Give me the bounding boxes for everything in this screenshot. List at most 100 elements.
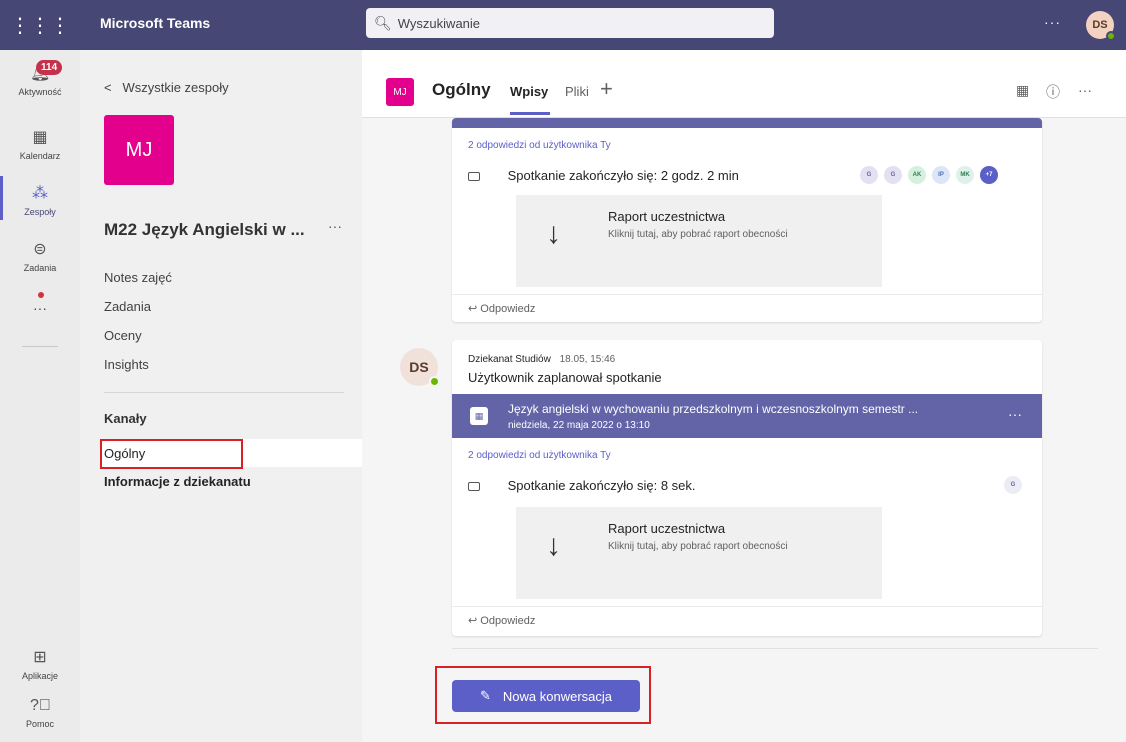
message-text: Użytkownik zaplanował spotkanie xyxy=(468,370,662,385)
rail-item-assignments[interactable]: ⊜ Zadania xyxy=(0,240,80,273)
reply-label: Odpowiedz xyxy=(480,615,536,627)
rail-label: Kalendarz xyxy=(19,151,61,161)
notification-dot xyxy=(38,292,44,298)
chevron-left-icon: < xyxy=(104,80,112,95)
rail-label: Zespoły xyxy=(24,207,56,217)
video-camera-icon xyxy=(468,172,480,182)
channel-main: MJ Ogólny Wpisy Pliki + ▦ ⓘ ··· 2 odpowi… xyxy=(362,50,1126,742)
meeting-ended-text: Spotkanie zakończyło się: 2 godz. 2 min xyxy=(507,168,739,183)
replies-link[interactable]: 2 odpowiedzi od użytkownika Ty xyxy=(468,450,611,461)
assignments-icon: ⊜ xyxy=(33,241,47,258)
rail-label: Pomoc xyxy=(25,719,54,729)
presence-available-icon xyxy=(429,376,440,387)
menu-item-assignments[interactable]: Zadania xyxy=(104,299,151,314)
video-camera-icon xyxy=(468,482,480,492)
report-subtitle: Kliknij tutaj, aby pobrać raport obecnoś… xyxy=(608,229,788,240)
sender-initials: DS xyxy=(409,359,429,375)
more-participants-badge[interactable]: +7 xyxy=(980,166,998,184)
meeting-ended-row: Spotkanie zakończyło się: 8 sek. xyxy=(468,478,696,493)
user-avatar[interactable]: DS xyxy=(1086,11,1116,41)
rail-divider xyxy=(22,346,58,347)
top-bar: ⋮⋮⋮ Microsoft Teams 🔍︎ Wyszukiwanie ··· … xyxy=(0,0,1126,50)
calendar-icon: ▦ xyxy=(470,407,488,425)
search-placeholder: Wyszukiwanie xyxy=(397,15,481,31)
back-label: Wszystkie zespoły xyxy=(122,80,229,95)
presence-available-icon xyxy=(1106,31,1116,41)
channel-avatar: MJ xyxy=(386,78,414,106)
rail-item-calendar[interactable]: ▦ Kalendarz xyxy=(0,128,80,161)
menu-item-grades[interactable]: Oceny xyxy=(104,328,142,343)
tab-files[interactable]: Pliki xyxy=(565,84,589,99)
tab-posts[interactable]: Wpisy xyxy=(510,84,548,99)
attendance-report-card[interactable]: ↓ Raport uczestnictwa Kliknij tutaj, aby… xyxy=(516,507,882,599)
team-panel: < Wszystkie zespoły MJ M22 Język Angiels… xyxy=(80,50,362,742)
participant-avatar: G xyxy=(860,166,878,184)
rail-item-more[interactable]: ··· xyxy=(0,300,80,316)
team-name: M22 Język Angielski w ... xyxy=(104,220,305,239)
meeting-event-banner[interactable]: ▦ Język angielski w wychowaniu przedszko… xyxy=(452,394,1042,438)
reply-button[interactable]: ↩ Odpowiedz xyxy=(468,614,535,627)
active-tab-underline xyxy=(510,112,550,115)
report-title: Raport uczestnictwa xyxy=(608,521,726,536)
report-title: Raport uczestnictwa xyxy=(608,209,726,224)
more-apps-icon: ··· xyxy=(33,300,47,316)
event-date: niedziela, 22 maja 2022 o 13:10 xyxy=(508,420,650,431)
reply-divider xyxy=(452,294,1042,295)
rail-item-teams[interactable]: ⁂ Zespoły xyxy=(0,184,80,217)
event-more-icon[interactable]: ··· xyxy=(1008,406,1022,422)
activity-badge: 114 xyxy=(36,60,63,75)
compose-divider xyxy=(452,648,1098,649)
participant-avatar: IP xyxy=(932,166,950,184)
post-card: 2 odpowiedzi od użytkownika Ty Spotkanie… xyxy=(452,118,1042,322)
reply-arrow-icon: ↩ xyxy=(468,615,478,627)
app-rail: 🔔︎ Aktywność 114 ▦ Kalendarz ⁂ Zespoły ⊜… xyxy=(0,50,80,742)
header-more-icon[interactable]: ··· xyxy=(1078,82,1092,98)
channels-heading: Kanały xyxy=(104,411,147,426)
meeting-calendar-icon[interactable]: ▦ xyxy=(1016,82,1029,99)
channel-dean-info[interactable]: Informacje z dziekanatu xyxy=(104,474,251,489)
participant-avatar: MK xyxy=(956,166,974,184)
rail-label: Zadania xyxy=(23,263,57,273)
download-icon: ↓ xyxy=(546,529,561,562)
add-tab-icon[interactable]: + xyxy=(600,76,613,102)
info-icon[interactable]: ⓘ xyxy=(1046,82,1060,102)
meeting-ended-text: Spotkanie zakończyło się: 8 sek. xyxy=(507,478,696,493)
participant-avatar: G xyxy=(1004,476,1022,494)
menu-item-class-notebook[interactable]: Notes zajęć xyxy=(104,270,172,285)
reply-button[interactable]: ↩ Odpowiedz xyxy=(468,302,535,315)
app-title: Microsoft Teams xyxy=(100,15,211,31)
download-icon: ↓ xyxy=(546,217,561,250)
attendance-report-card[interactable]: ↓ Raport uczestnictwa Kliknij tutaj, aby… xyxy=(516,195,882,287)
rail-label: Aktywność xyxy=(18,87,62,97)
menu-item-insights[interactable]: Insights xyxy=(104,357,149,372)
post-timestamp: 18.05, 15:46 xyxy=(559,354,616,365)
team-more-icon[interactable]: ··· xyxy=(328,218,342,234)
back-to-teams-link[interactable]: < Wszystkie zespoły xyxy=(104,80,229,95)
sender-line: Dziekanat Studiów 18.05, 15:46 xyxy=(468,354,615,365)
replies-link[interactable]: 2 odpowiedzi od użytkownika Ty xyxy=(468,140,611,151)
rail-item-help[interactable]: ?⃝ Pomoc xyxy=(0,696,80,729)
participant-avatar: G xyxy=(884,166,902,184)
rail-item-apps[interactable]: ⊞ Aplikacje xyxy=(0,648,80,681)
user-initials: DS xyxy=(1092,19,1108,31)
participant-avatar: AK xyxy=(908,166,926,184)
highlight-box xyxy=(100,439,243,469)
apps-icon: ⊞ xyxy=(33,649,47,666)
reply-arrow-icon: ↩ xyxy=(468,303,478,315)
channel-header: MJ Ogólny Wpisy Pliki + ▦ ⓘ ··· xyxy=(362,50,1126,118)
calendar-icon: ▦ xyxy=(32,129,48,146)
report-subtitle: Kliknij tutaj, aby pobrać raport obecnoś… xyxy=(608,541,788,552)
sender-avatar: DS xyxy=(400,348,440,387)
help-icon: ?⃝ xyxy=(30,697,51,714)
panel-divider xyxy=(104,392,344,393)
app-launcher-icon[interactable]: ⋮⋮⋮ xyxy=(0,0,80,50)
search-input[interactable]: 🔍︎ Wyszukiwanie xyxy=(366,8,774,38)
reply-label: Odpowiedz xyxy=(480,303,536,315)
sender-name: Dziekanat Studiów xyxy=(468,354,551,365)
teams-icon: ⁂ xyxy=(32,185,48,202)
more-options-icon[interactable]: ··· xyxy=(1044,14,1061,30)
event-title: Język angielski w wychowaniu przedszkoln… xyxy=(508,402,919,416)
reply-divider xyxy=(452,606,1042,607)
team-avatar: MJ xyxy=(104,115,174,185)
meeting-ended-row: Spotkanie zakończyło się: 2 godz. 2 min xyxy=(468,168,739,183)
